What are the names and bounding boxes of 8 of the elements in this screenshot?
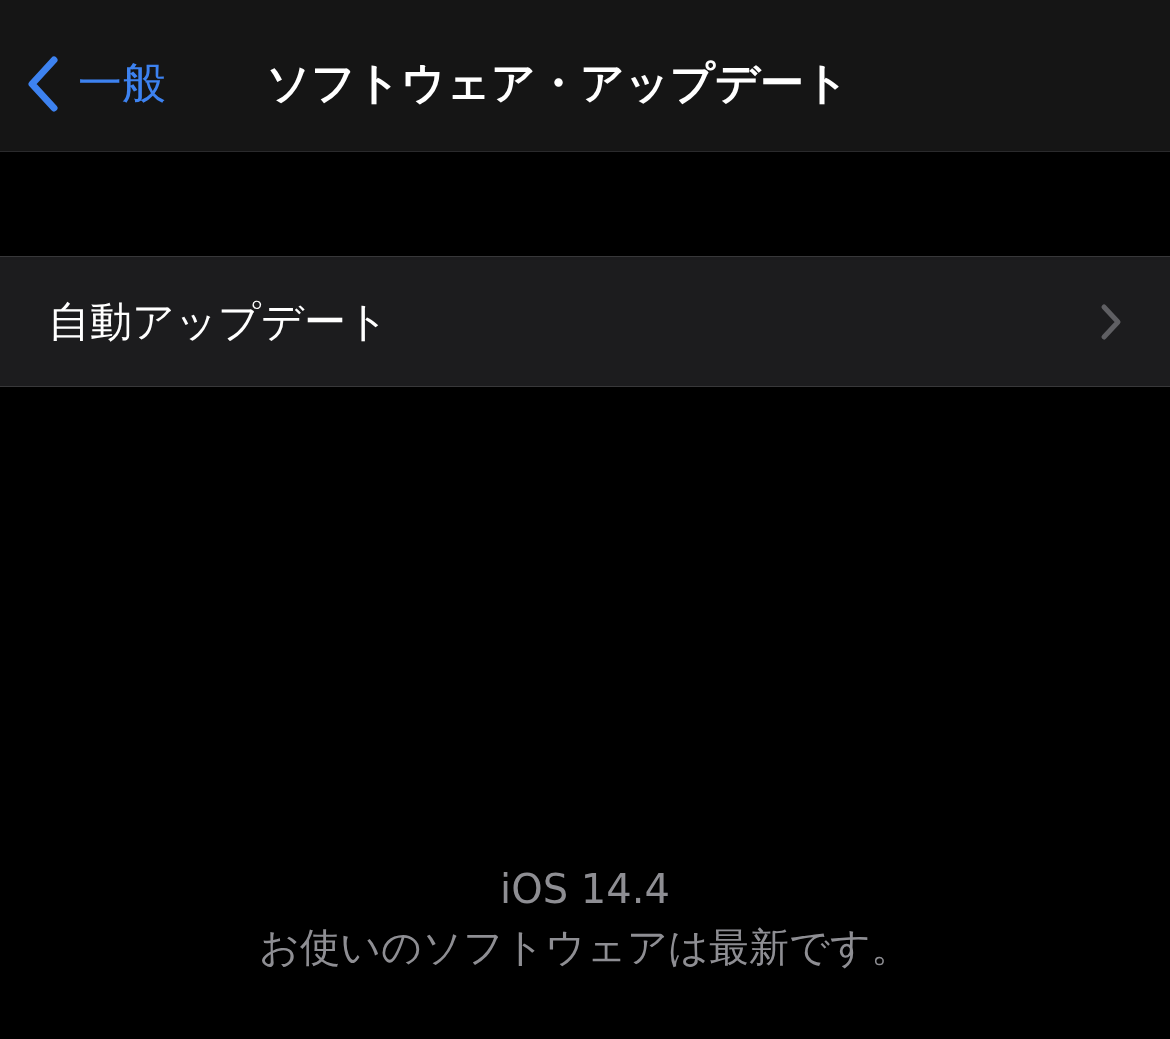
back-button[interactable]: 一般: [0, 54, 166, 113]
settings-row[interactable]: 自動アップデート: [0, 256, 1170, 387]
row-label: 自動アップデート: [48, 295, 389, 348]
version-text: iOS 14.4: [500, 866, 670, 912]
chevron-right-icon: [1100, 302, 1122, 341]
chevron-left-icon: [26, 55, 60, 112]
status-text: お使いのソフトウェアは最新です。: [259, 923, 911, 972]
screen-title: ソフトウェア・アップデート: [266, 56, 849, 110]
